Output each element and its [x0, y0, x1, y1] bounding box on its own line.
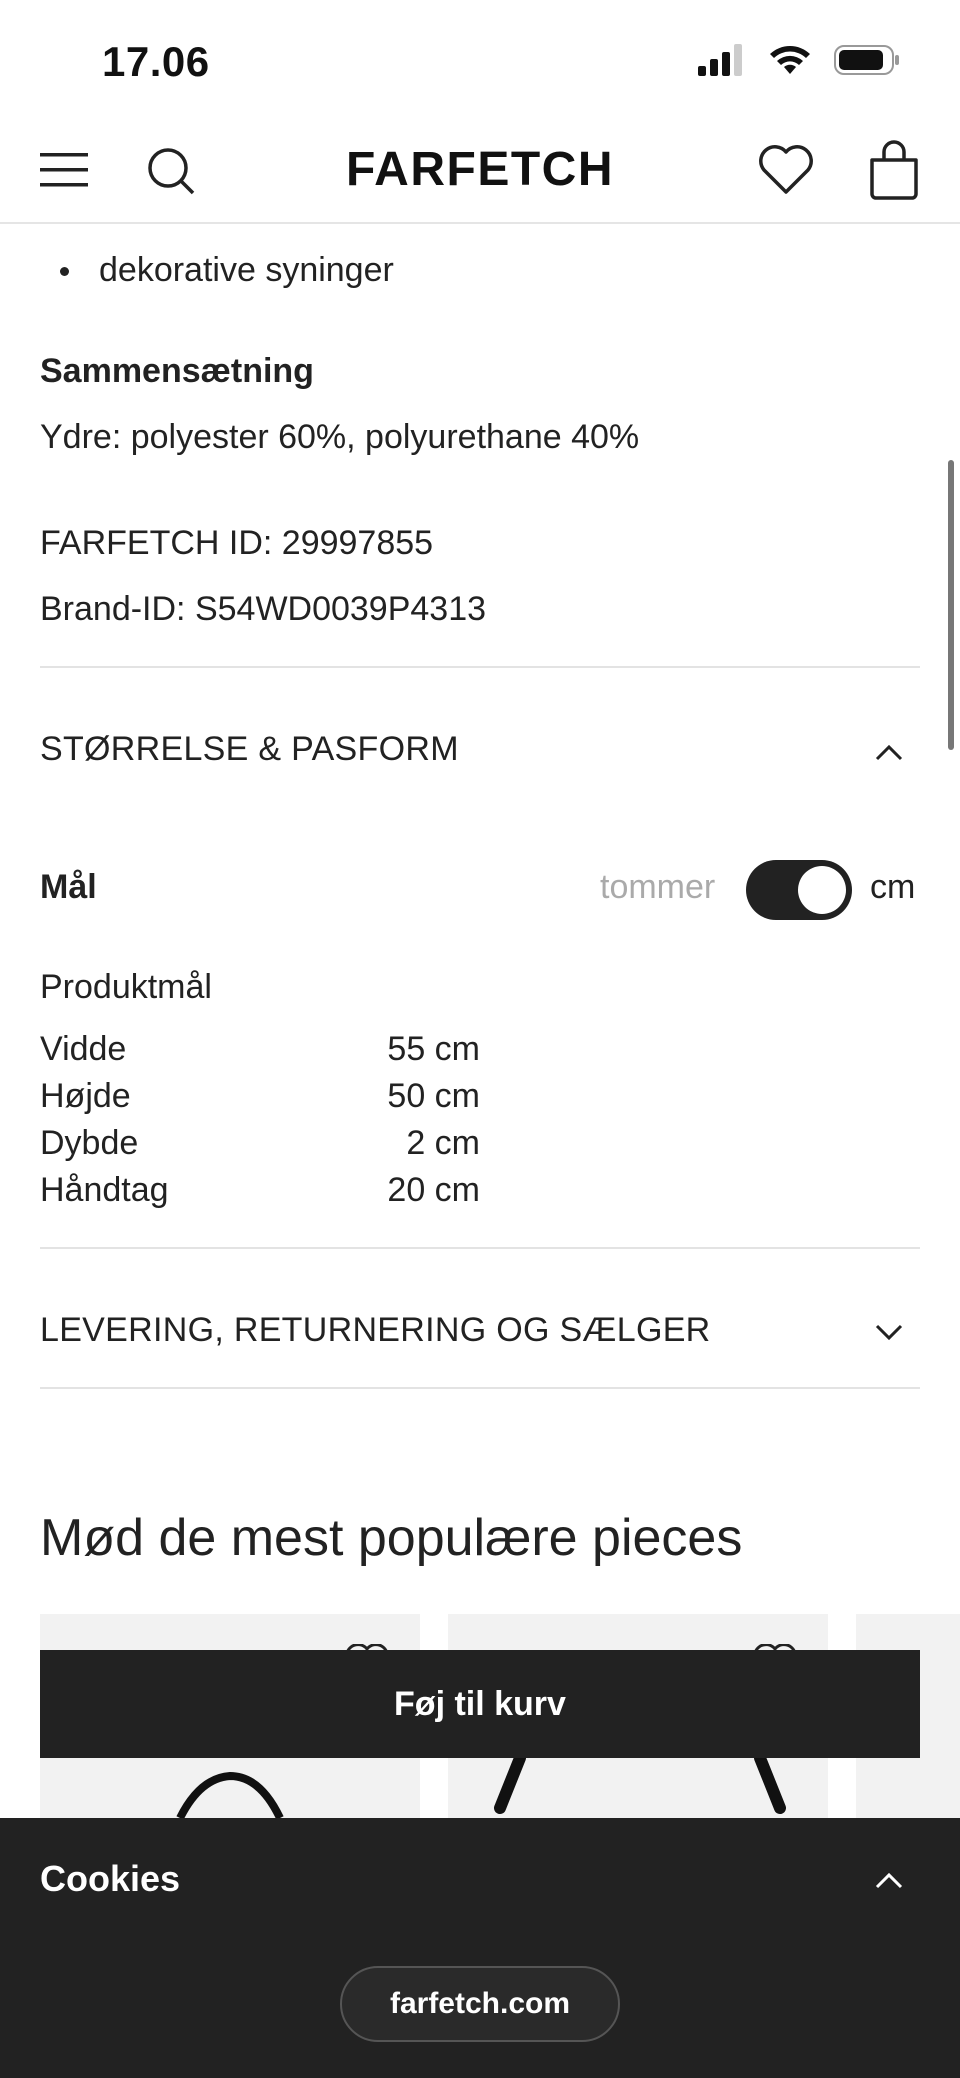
status-time: 17.06	[102, 38, 210, 85]
chevron-down-icon	[875, 1324, 903, 1341]
farfetch-logo[interactable]: FARFETCH	[0, 142, 960, 197]
measurements-label: Mål	[40, 868, 97, 906]
measurements-table: Vidde 55 cm Højde 50 cm Dybde 2 cm Håndt…	[40, 1030, 480, 1218]
composition-text: Ydre: polyester 60%, polyurethane 40%	[40, 418, 640, 456]
measurement-value: 20 cm	[387, 1171, 480, 1209]
battery-icon	[834, 45, 899, 75]
wifi-icon	[770, 46, 810, 74]
product-dimensions-label: Produktmål	[40, 968, 212, 1006]
measurement-value: 50 cm	[387, 1077, 480, 1115]
unit-cm-label[interactable]: cm	[870, 868, 915, 907]
signal-icon	[698, 44, 742, 76]
chevron-up-icon	[875, 744, 903, 761]
divider	[40, 1387, 920, 1389]
popular-section-title: Mød de mest populære pieces	[40, 1509, 743, 1567]
cookies-panel: Cookies farfetch.com	[0, 1818, 960, 2078]
measurement-row: Vidde 55 cm	[40, 1030, 480, 1077]
measurement-name: Vidde	[40, 1030, 127, 1068]
composition-heading: Sammensætning	[40, 352, 314, 390]
status-bar: 17.06	[0, 0, 960, 120]
bullet-item: dekorative syninger	[40, 244, 394, 296]
farfetch-id: FARFETCH ID: 29997855	[40, 524, 434, 562]
app-header: FARFETCH	[0, 120, 960, 224]
product-image	[176, 1771, 284, 1818]
product-image	[494, 1758, 786, 1814]
measurement-value: 2 cm	[406, 1124, 480, 1162]
url-pill[interactable]: farfetch.com	[340, 1966, 620, 2042]
measurement-name: Dybde	[40, 1124, 139, 1162]
size-fit-title: STØRRELSE & PASFORM	[40, 730, 459, 768]
measurement-name: Højde	[40, 1077, 131, 1115]
measurement-row: Håndtag 20 cm	[40, 1171, 480, 1218]
add-to-cart-button[interactable]: Føj til kurv	[40, 1650, 920, 1758]
wishlist-button[interactable]	[758, 144, 814, 196]
delivery-title: LEVERING, RETURNERING OG SÆLGER	[40, 1311, 711, 1349]
unit-inches-label[interactable]: tommer	[600, 868, 715, 907]
toggle-knob	[798, 866, 846, 914]
scrollbar[interactable]	[948, 460, 954, 750]
brand-id: Brand-ID: S54WD0039P4313	[40, 590, 487, 628]
unit-toggle[interactable]	[746, 860, 852, 920]
cookies-title[interactable]: Cookies	[40, 1858, 180, 1900]
bag-button[interactable]	[866, 140, 922, 200]
heart-icon	[759, 145, 813, 194]
delivery-accordion-header[interactable]: LEVERING, RETURNERING OG SÆLGER	[0, 1249, 960, 1387]
size-fit-accordion-header[interactable]: STØRRELSE & PASFORM	[0, 668, 960, 838]
measurement-row: Dybde 2 cm	[40, 1124, 480, 1171]
chevron-up-icon[interactable]	[874, 1870, 904, 1890]
measurement-row: Højde 50 cm	[40, 1077, 480, 1124]
bag-icon	[870, 140, 918, 200]
measurement-value: 55 cm	[387, 1030, 480, 1068]
measurement-name: Håndtag	[40, 1171, 169, 1209]
status-icons	[698, 44, 900, 76]
